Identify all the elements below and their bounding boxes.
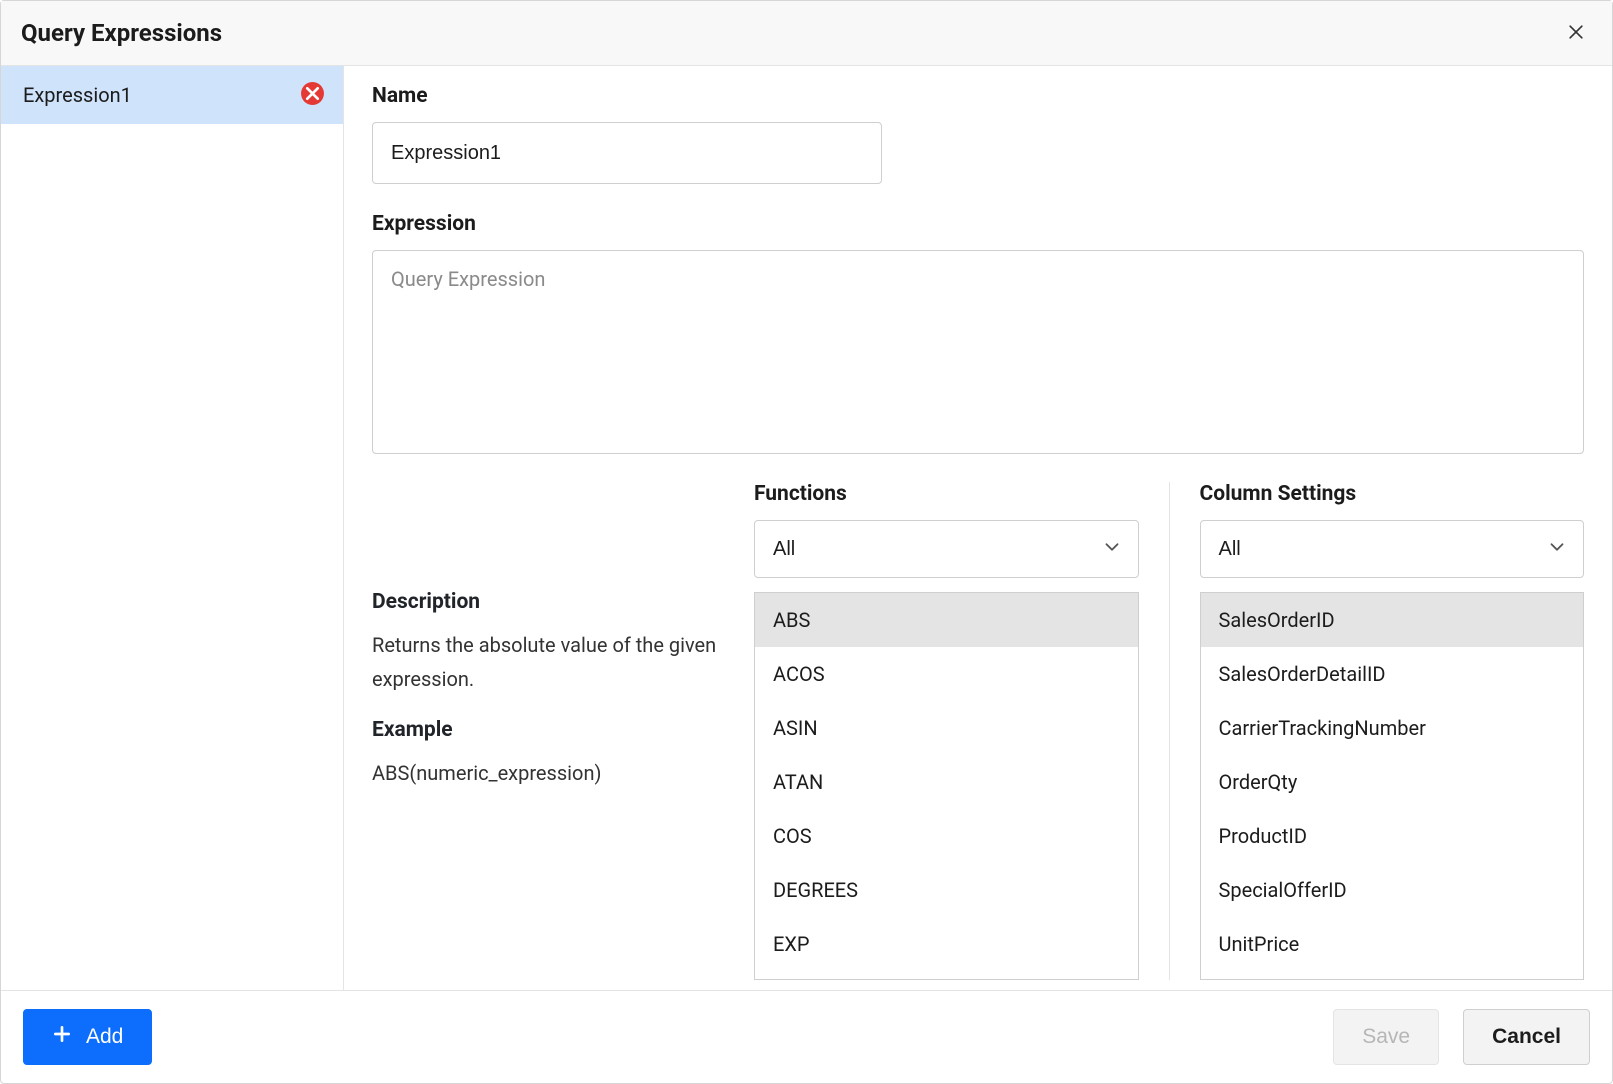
example-text: ABS(numeric_expression): [372, 756, 736, 790]
columns-list[interactable]: SalesOrderIDSalesOrderDetailIDCarrierTra…: [1200, 592, 1585, 980]
save-button[interactable]: Save: [1333, 1009, 1439, 1065]
cancel-button-label: Cancel: [1492, 1025, 1561, 1049]
expressions-sidebar: Expression1: [1, 66, 344, 990]
delete-icon: [300, 81, 325, 109]
column-list-item[interactable]: SpecialOfferID: [1201, 863, 1584, 917]
name-label: Name: [372, 84, 1584, 108]
function-list-item[interactable]: ASIN: [755, 701, 1138, 755]
dialog-header: Query Expressions: [1, 1, 1612, 66]
columns-filter-select[interactable]: All: [1200, 520, 1585, 578]
dialog-footer: Add Save Cancel: [1, 990, 1612, 1083]
function-list-item[interactable]: ACOS: [755, 647, 1138, 701]
column-list-item[interactable]: ProductID: [1201, 809, 1584, 863]
close-button[interactable]: [1560, 17, 1592, 49]
function-list-item[interactable]: DEGREES: [755, 863, 1138, 917]
delete-expression-button[interactable]: [299, 82, 325, 108]
expression-label: Expression: [372, 212, 1584, 236]
functions-heading: Functions: [754, 482, 1139, 506]
save-button-label: Save: [1362, 1025, 1410, 1049]
query-expressions-dialog: Query Expressions Expression1 Name Expre…: [0, 0, 1613, 1084]
column-list-item[interactable]: UnitPrice: [1201, 917, 1584, 971]
function-list-item[interactable]: COS: [755, 809, 1138, 863]
main-panel: Name Expression Description Returns the …: [344, 66, 1612, 990]
description-panel: Description Returns the absolute value o…: [372, 482, 754, 980]
lower-panels: Description Returns the absolute value o…: [372, 482, 1584, 980]
column-list-item[interactable]: OrderQty: [1201, 755, 1584, 809]
column-list-item[interactable]: SalesOrderDetailID: [1201, 647, 1584, 701]
function-list-item[interactable]: ATAN: [755, 755, 1138, 809]
cancel-button[interactable]: Cancel: [1463, 1009, 1590, 1065]
sidebar-item-expression[interactable]: Expression1: [1, 66, 343, 124]
functions-filter-select[interactable]: All: [754, 520, 1139, 578]
description-text: Returns the absolute value of the given …: [372, 628, 736, 696]
columns-panel: Column Settings All SalesOrderIDSalesOrd…: [1170, 482, 1585, 980]
dialog-title: Query Expressions: [21, 19, 222, 47]
functions-list[interactable]: ABSACOSASINATANCOSDEGREESEXP: [754, 592, 1139, 980]
plus-icon: [52, 1024, 72, 1050]
example-heading: Example: [372, 718, 736, 742]
add-button-label: Add: [86, 1025, 123, 1049]
functions-panel: Functions All ABSACOSASINATANCOSDEGREESE…: [754, 482, 1170, 980]
columns-heading: Column Settings: [1200, 482, 1585, 506]
footer-right: Save Cancel: [1333, 1009, 1590, 1065]
column-list-item[interactable]: SalesOrderID: [1201, 593, 1584, 647]
function-list-item[interactable]: EXP: [755, 917, 1138, 971]
dialog-body: Expression1 Name Expression Description …: [1, 66, 1612, 990]
expression-textarea[interactable]: [372, 250, 1584, 454]
function-list-item[interactable]: ABS: [755, 593, 1138, 647]
columns-filter-value: All: [1219, 538, 1241, 561]
functions-filter-value: All: [773, 538, 795, 561]
add-button[interactable]: Add: [23, 1009, 152, 1065]
name-input[interactable]: [372, 122, 882, 184]
description-heading: Description: [372, 590, 736, 614]
close-icon: [1566, 22, 1586, 45]
sidebar-item-label: Expression1: [23, 83, 132, 107]
column-list-item[interactable]: CarrierTrackingNumber: [1201, 701, 1584, 755]
